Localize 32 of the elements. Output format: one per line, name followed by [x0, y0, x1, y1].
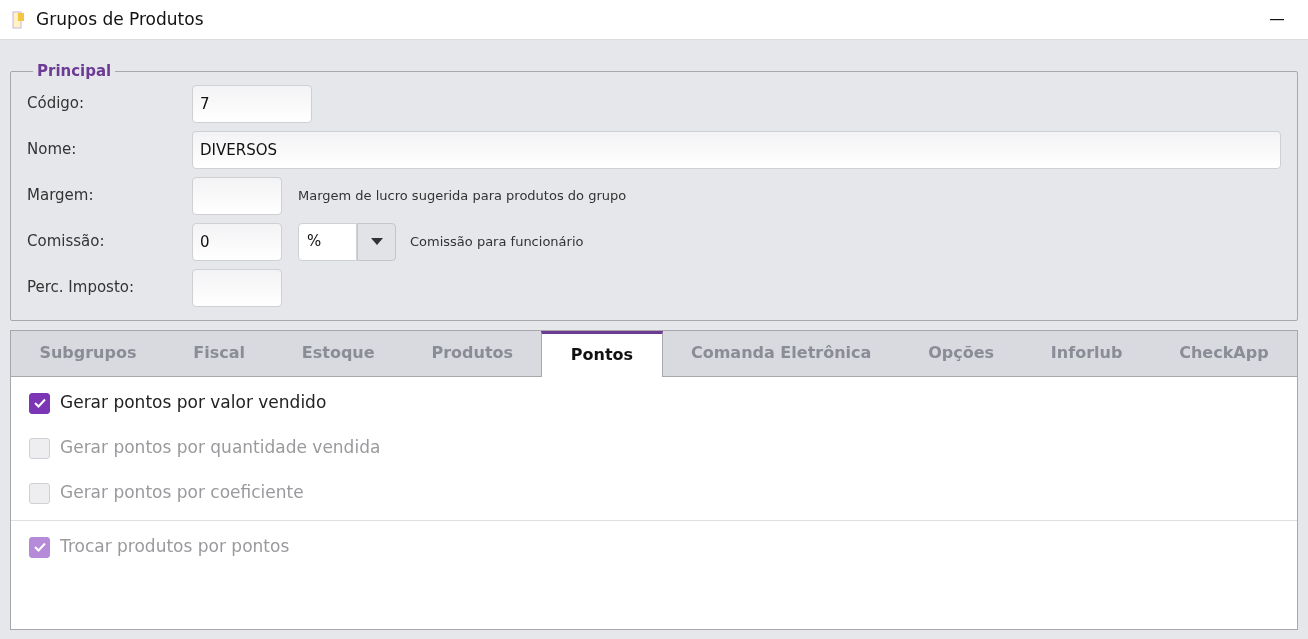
tab[interactable]: Comanda Eletrônica — [662, 330, 900, 377]
field-label: Comissão: — [27, 231, 106, 253]
checkbox-label: Gerar pontos por valor vendido — [60, 391, 327, 415]
text-field[interactable]: DIVERSOS — [192, 130, 1281, 169]
caret-down-icon — [370, 238, 383, 245]
field-hint: Margem de lucro sugerida para produtos do grupo — [298, 186, 627, 205]
window-app-icon — [12, 10, 26, 29]
field-hint: Comissão para funcionário — [410, 232, 584, 251]
tab[interactable]: CheckApp — [1150, 330, 1297, 377]
tab[interactable]: Subgrupos — [11, 330, 165, 377]
text-field[interactable] — [192, 176, 282, 215]
text-field[interactable] — [192, 268, 282, 307]
checkbox-label: Gerar pontos por quantidade vendida — [60, 436, 381, 460]
tab[interactable]: Inforlub — [1022, 330, 1151, 377]
checkmark-icon — [33, 542, 46, 552]
checkbox-label: Gerar pontos por coeficiente — [60, 481, 304, 505]
text-field[interactable]: 0 — [192, 222, 282, 261]
tab[interactable]: Opções — [899, 330, 1023, 377]
tab[interactable]: Fiscal — [164, 330, 274, 377]
group-legend: Principal — [33, 60, 116, 83]
field-label: Perc. Imposto: — [27, 277, 136, 299]
checkmark-icon — [33, 398, 46, 408]
window-title: Grupos de Produtos — [36, 7, 204, 31]
tab[interactable]: Estoque — [273, 330, 403, 377]
field-label: Margem: — [27, 185, 95, 207]
field-label: Código: — [27, 93, 86, 115]
checkbox-label: Trocar produtos por pontos — [60, 535, 290, 559]
checkbox[interactable] — [29, 392, 50, 414]
text-field[interactable]: 7 — [192, 84, 312, 123]
tab[interactable]: Pontos — [541, 330, 663, 377]
field-label: Nome: — [27, 139, 78, 161]
minimize-icon — [1270, 18, 1284, 21]
